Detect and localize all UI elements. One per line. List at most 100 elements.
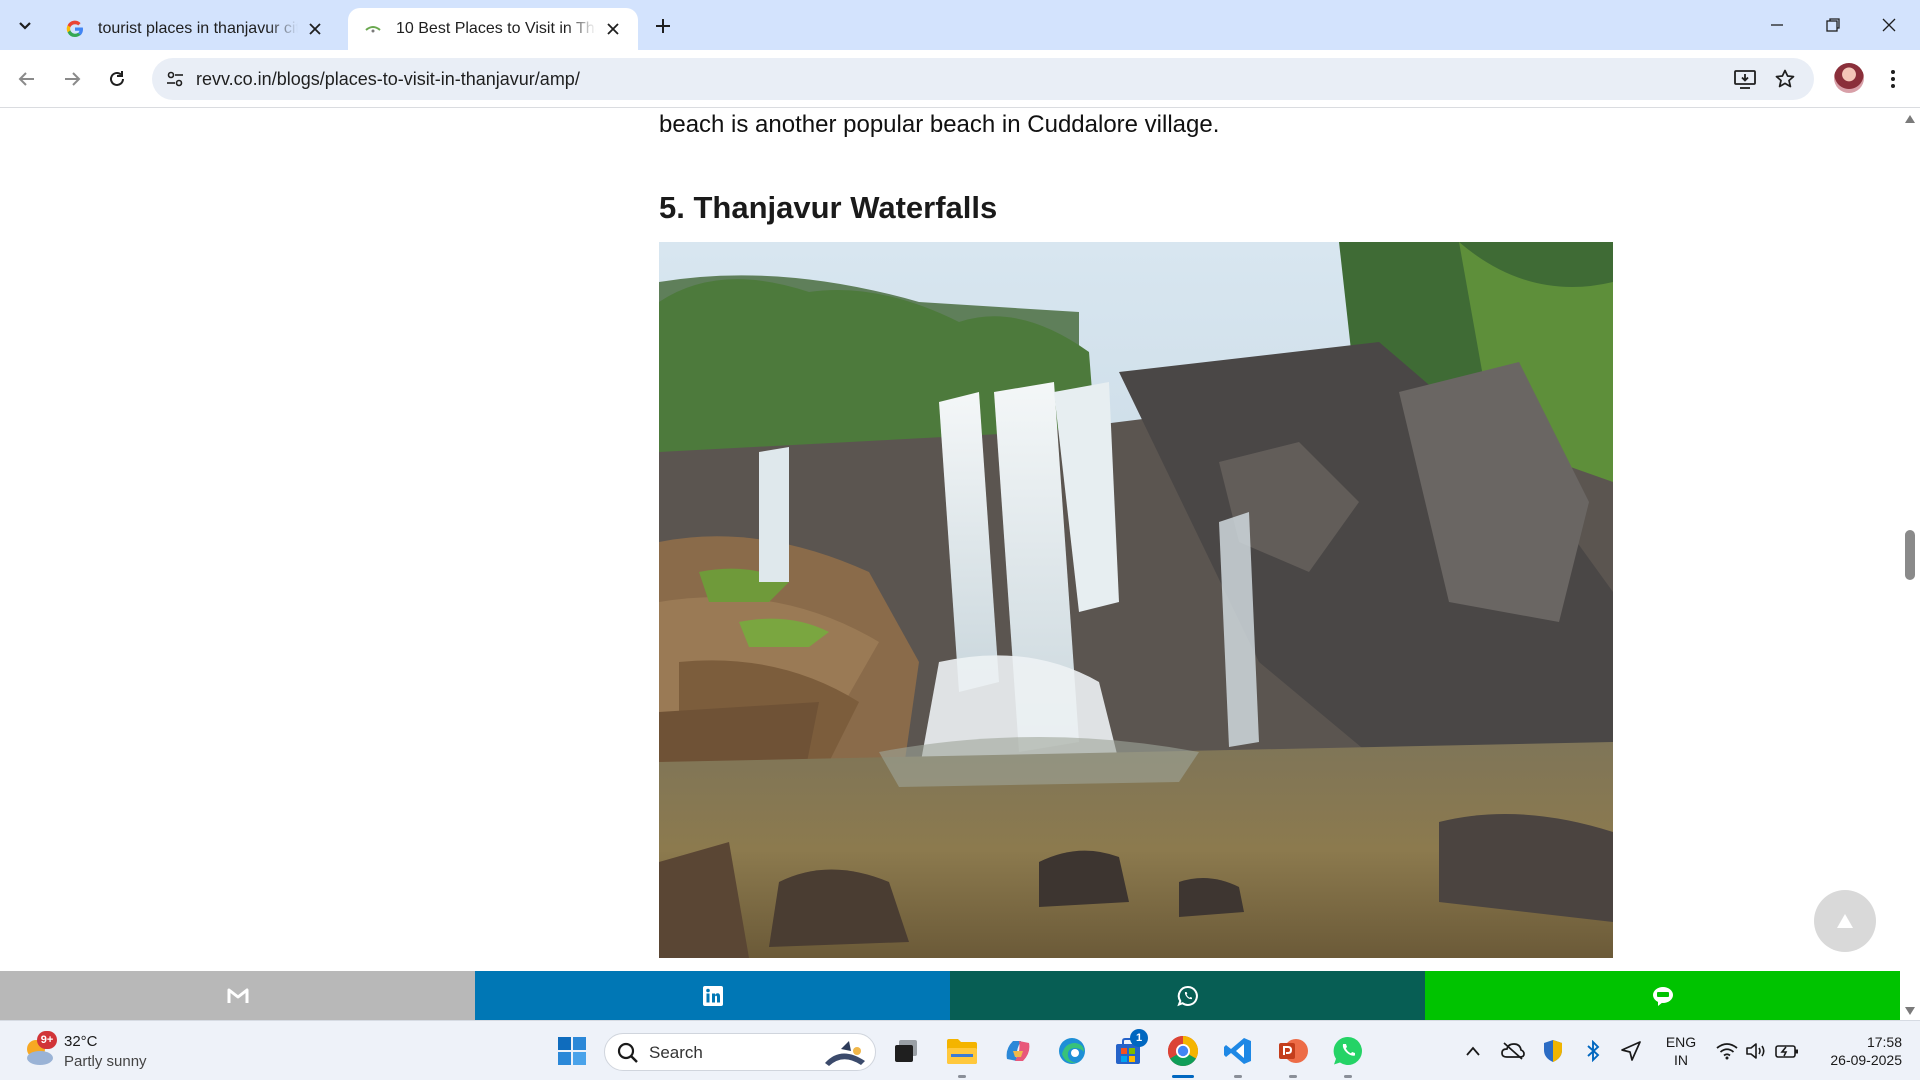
weather-temperature: 32°C bbox=[64, 1033, 98, 1050]
reload-button[interactable] bbox=[100, 62, 134, 96]
close-icon[interactable] bbox=[304, 18, 326, 40]
copilot-button[interactable] bbox=[998, 1031, 1038, 1071]
wifi-icon bbox=[1716, 1043, 1738, 1060]
scroll-down-arrow-icon[interactable] bbox=[1904, 1004, 1916, 1018]
windows-logo-icon bbox=[558, 1037, 586, 1065]
vscode-icon bbox=[1224, 1038, 1251, 1064]
browser-toolbar: revv.co.in/blogs/places-to-visit-in-than… bbox=[0, 50, 1920, 108]
speaker-icon bbox=[1746, 1043, 1765, 1059]
revv-favicon-icon bbox=[364, 20, 382, 38]
tab-google-search[interactable]: tourist places in thanjavur city - bbox=[50, 8, 340, 50]
search-highlight-icon bbox=[821, 1039, 871, 1067]
url-text: revv.co.in/blogs/places-to-visit-in-than… bbox=[196, 69, 580, 89]
arrow-right-icon bbox=[65, 72, 81, 86]
store-notification-badge: 1 bbox=[1130, 1029, 1148, 1047]
show-hidden-icons-button[interactable] bbox=[1458, 1031, 1488, 1071]
gmail-icon bbox=[227, 988, 248, 1003]
security-status[interactable] bbox=[1538, 1031, 1568, 1071]
folder-icon bbox=[947, 1039, 977, 1064]
chrome-icon bbox=[1167, 1036, 1199, 1067]
input-language-indicator[interactable]: ENG IN bbox=[1656, 1033, 1706, 1069]
task-view-icon bbox=[895, 1040, 917, 1062]
scroll-up-arrow-icon[interactable] bbox=[1904, 112, 1916, 126]
share-whatsapp-button[interactable] bbox=[950, 971, 1425, 1020]
microsoft-store-button[interactable]: 1 bbox=[1108, 1029, 1148, 1071]
scroll-to-top-button[interactable] bbox=[1814, 890, 1876, 952]
location-arrow-icon bbox=[1621, 1041, 1641, 1061]
start-button[interactable] bbox=[552, 1031, 592, 1071]
restore-button[interactable] bbox=[1810, 0, 1856, 50]
edge-icon bbox=[1059, 1038, 1085, 1064]
profile-avatar[interactable] bbox=[1834, 63, 1864, 93]
bookmark-star-icon[interactable] bbox=[1772, 66, 1798, 92]
bluetooth-icon bbox=[1587, 1040, 1600, 1062]
weather-widget[interactable]: 9+ 32°C Partly sunny bbox=[22, 1031, 162, 1073]
powerpoint-icon bbox=[1279, 1039, 1308, 1063]
taskbar-search-box[interactable]: Search bbox=[604, 1033, 876, 1071]
waterfall-photo bbox=[659, 242, 1613, 958]
whatsapp-app-button[interactable] bbox=[1328, 1031, 1368, 1078]
location-status[interactable] bbox=[1616, 1031, 1646, 1071]
share-line-button[interactable] bbox=[1425, 971, 1900, 1020]
volume-status[interactable] bbox=[1742, 1031, 1772, 1071]
share-bar bbox=[0, 971, 1900, 1020]
running-indicator bbox=[958, 1075, 966, 1078]
share-linkedin-button[interactable] bbox=[475, 971, 950, 1020]
page-scrollbar[interactable] bbox=[1900, 108, 1920, 1020]
windows-taskbar: 9+ 32°C Partly sunny Search 1 ENG IN 17:… bbox=[0, 1020, 1920, 1080]
minimize-button[interactable] bbox=[1754, 0, 1800, 50]
chevron-down-icon bbox=[19, 22, 31, 30]
more-vertical-icon bbox=[1891, 70, 1895, 88]
running-indicator bbox=[1234, 1075, 1242, 1078]
line-icon bbox=[1652, 986, 1673, 1006]
chrome-button[interactable] bbox=[1163, 1031, 1203, 1078]
section-heading: 5. Thanjavur Waterfalls bbox=[659, 190, 998, 225]
close-icon bbox=[1882, 18, 1896, 32]
network-status[interactable] bbox=[1712, 1031, 1742, 1071]
forward-button[interactable] bbox=[55, 62, 89, 96]
whatsapp-icon bbox=[1176, 985, 1198, 1006]
install-app-icon[interactable] bbox=[1732, 66, 1758, 92]
tab-strip: tourist places in thanjavur city - 10 Be… bbox=[0, 0, 1920, 50]
linkedin-icon bbox=[702, 985, 723, 1006]
caret-up-icon bbox=[1837, 914, 1853, 928]
copilot-icon bbox=[1006, 1041, 1030, 1061]
new-tab-button[interactable] bbox=[650, 13, 676, 39]
running-indicator bbox=[1344, 1075, 1352, 1078]
weather-condition: Partly sunny bbox=[64, 1053, 147, 1070]
onedrive-status[interactable] bbox=[1498, 1031, 1528, 1071]
file-explorer-button[interactable] bbox=[942, 1031, 982, 1078]
weather-alert-badge: 9+ bbox=[37, 1031, 57, 1049]
plus-icon bbox=[656, 19, 670, 33]
battery-charging-icon bbox=[1775, 1045, 1798, 1058]
vscode-button[interactable] bbox=[1218, 1031, 1258, 1078]
scrollbar-thumb[interactable] bbox=[1905, 530, 1915, 580]
powerpoint-button[interactable] bbox=[1273, 1031, 1313, 1078]
system-clock[interactable]: 17:58 26-09-2025 bbox=[1806, 1033, 1902, 1069]
chevron-up-icon bbox=[1466, 1046, 1480, 1056]
article-paragraph: beach is another popular beach in Cuddal… bbox=[659, 111, 1220, 138]
site-info-icon[interactable] bbox=[162, 66, 188, 92]
address-bar[interactable]: revv.co.in/blogs/places-to-visit-in-than… bbox=[152, 58, 1814, 100]
tab-revv-article[interactable]: 10 Best Places to Visit in Thanja bbox=[348, 8, 638, 50]
cloud-off-icon bbox=[1501, 1042, 1525, 1060]
close-window-button[interactable] bbox=[1866, 0, 1912, 50]
running-indicator bbox=[1289, 1075, 1297, 1078]
clock-date: 26-09-2025 bbox=[1830, 1052, 1902, 1068]
region-code: IN bbox=[1674, 1052, 1688, 1068]
reload-icon bbox=[110, 71, 124, 86]
share-gmail-button[interactable] bbox=[0, 971, 475, 1020]
back-button[interactable] bbox=[10, 62, 44, 96]
browser-window: tourist places in thanjavur city - 10 Be… bbox=[0, 0, 1920, 1080]
tab-search-button[interactable] bbox=[8, 9, 42, 41]
search-placeholder: Search bbox=[649, 1043, 703, 1062]
clock-time: 17:58 bbox=[1866, 1034, 1902, 1050]
browser-menu-button[interactable] bbox=[1880, 62, 1906, 96]
edge-browser-button[interactable] bbox=[1052, 1031, 1092, 1071]
bluetooth-status[interactable] bbox=[1578, 1031, 1608, 1071]
tab-title: tourist places in thanjavur city - bbox=[98, 20, 298, 37]
search-icon bbox=[617, 1042, 639, 1069]
task-view-button[interactable] bbox=[886, 1031, 926, 1071]
battery-status[interactable] bbox=[1772, 1031, 1802, 1071]
close-icon[interactable] bbox=[602, 18, 624, 40]
